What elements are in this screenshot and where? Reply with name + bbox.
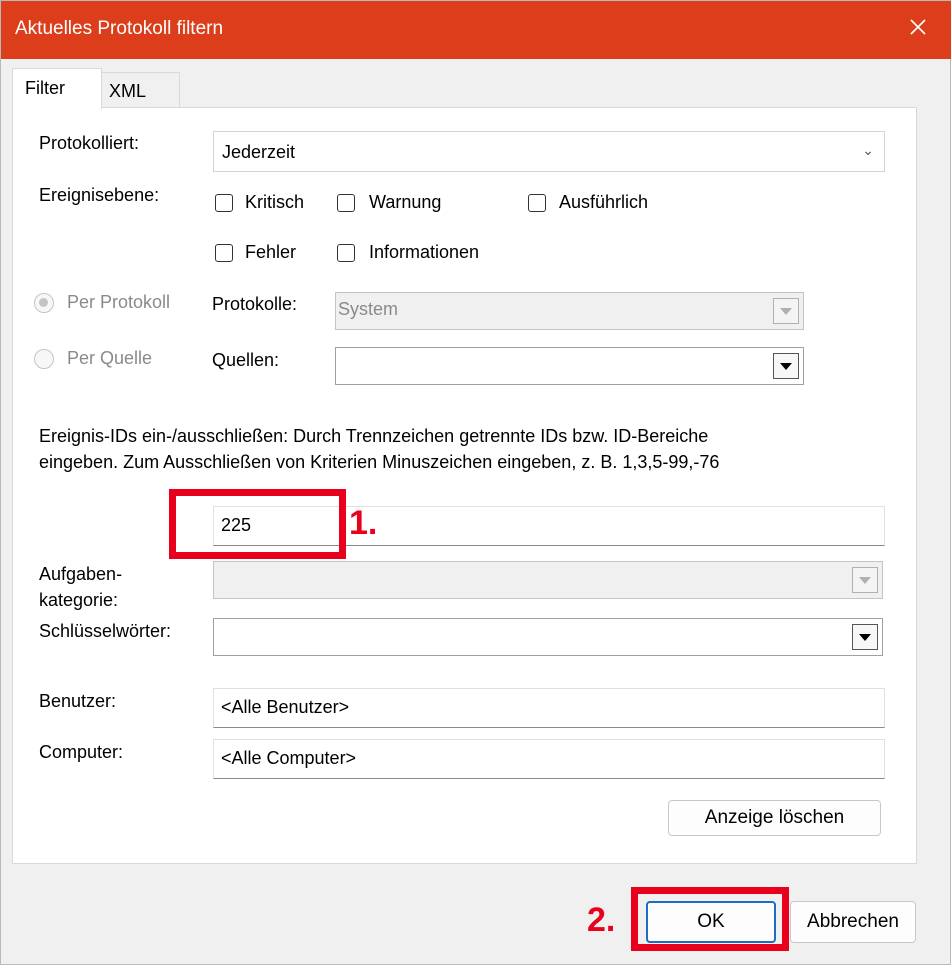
close-icon[interactable] [906, 15, 930, 39]
title-bar: Aktuelles Protokoll filtern [1, 1, 951, 59]
radio-by-source-label[interactable]: Per Quelle [67, 348, 152, 369]
dropdown-arrow-icon [852, 624, 878, 650]
user-input[interactable]: <Alle Benutzer> [213, 688, 885, 728]
checkbox-verbose[interactable] [528, 194, 546, 212]
computer-input[interactable]: <Alle Computer> [213, 739, 885, 779]
checkbox-information[interactable] [337, 244, 355, 262]
checkbox-warning-label[interactable]: Warnung [369, 192, 441, 213]
sources-label: Quellen: [212, 350, 280, 370]
filter-panel: Protokolliert: Jederzeit ⌄ Ereignisebene… [12, 107, 917, 864]
computer-label: Computer: [39, 742, 124, 762]
keywords-label: Schlüsselwörter: [39, 621, 172, 641]
tab-filter[interactable]: Filter [12, 68, 102, 109]
event-ids-description-line2: eingeben. Zum Ausschließen von Kriterien… [39, 452, 720, 472]
logs-dropdown[interactable]: System [335, 292, 804, 330]
event-ids-description-line1: Ereignis-IDs ein-/ausschließen: Durch Tr… [39, 426, 709, 446]
event-level-label: Ereignisebene: [39, 185, 160, 205]
sources-dropdown[interactable] [335, 347, 804, 385]
task-category-label-line2: kategorie: [39, 590, 119, 610]
tab-xml[interactable]: XML [100, 72, 180, 109]
task-category-dropdown[interactable] [213, 561, 883, 599]
clear-display-button[interactable]: Anzeige löschen [668, 800, 881, 836]
logs-label: Protokolle: [212, 294, 298, 314]
radio-by-log-label[interactable]: Per Protokoll [67, 292, 170, 313]
checkbox-critical-label[interactable]: Kritisch [245, 192, 304, 213]
event-ids-input[interactable]: 225 [213, 506, 885, 546]
filter-dialog: Aktuelles Protokoll filtern Filter XML P… [0, 0, 951, 965]
window-title: Aktuelles Protokoll filtern [15, 18, 224, 39]
logged-dropdown[interactable]: Jederzeit ⌄ [213, 131, 885, 172]
radio-by-source[interactable] [34, 349, 54, 369]
user-label: Benutzer: [39, 691, 117, 711]
ok-button[interactable]: OK [646, 901, 776, 943]
keywords-dropdown[interactable] [213, 618, 883, 656]
checkbox-error[interactable] [215, 244, 233, 262]
checkbox-verbose-label[interactable]: Ausführlich [559, 192, 648, 213]
checkbox-critical[interactable] [215, 194, 233, 212]
dropdown-arrow-icon [773, 353, 799, 379]
checkbox-error-label[interactable]: Fehler [245, 242, 296, 263]
checkbox-information-label[interactable]: Informationen [369, 242, 479, 263]
checkbox-warning[interactable] [337, 194, 355, 212]
cancel-button[interactable]: Abbrechen [790, 901, 916, 943]
dropdown-arrow-icon [852, 567, 878, 593]
logged-label: Protokolliert: [39, 133, 140, 153]
annotation-step1-label: 1. [349, 504, 378, 542]
task-category-label-line1: Aufgaben- [39, 564, 123, 584]
dropdown-arrow-icon [773, 298, 799, 324]
annotation-step2-label: 2. [587, 901, 616, 939]
chevron-down-icon: ⌄ [862, 142, 874, 158]
radio-by-log[interactable] [34, 293, 54, 313]
